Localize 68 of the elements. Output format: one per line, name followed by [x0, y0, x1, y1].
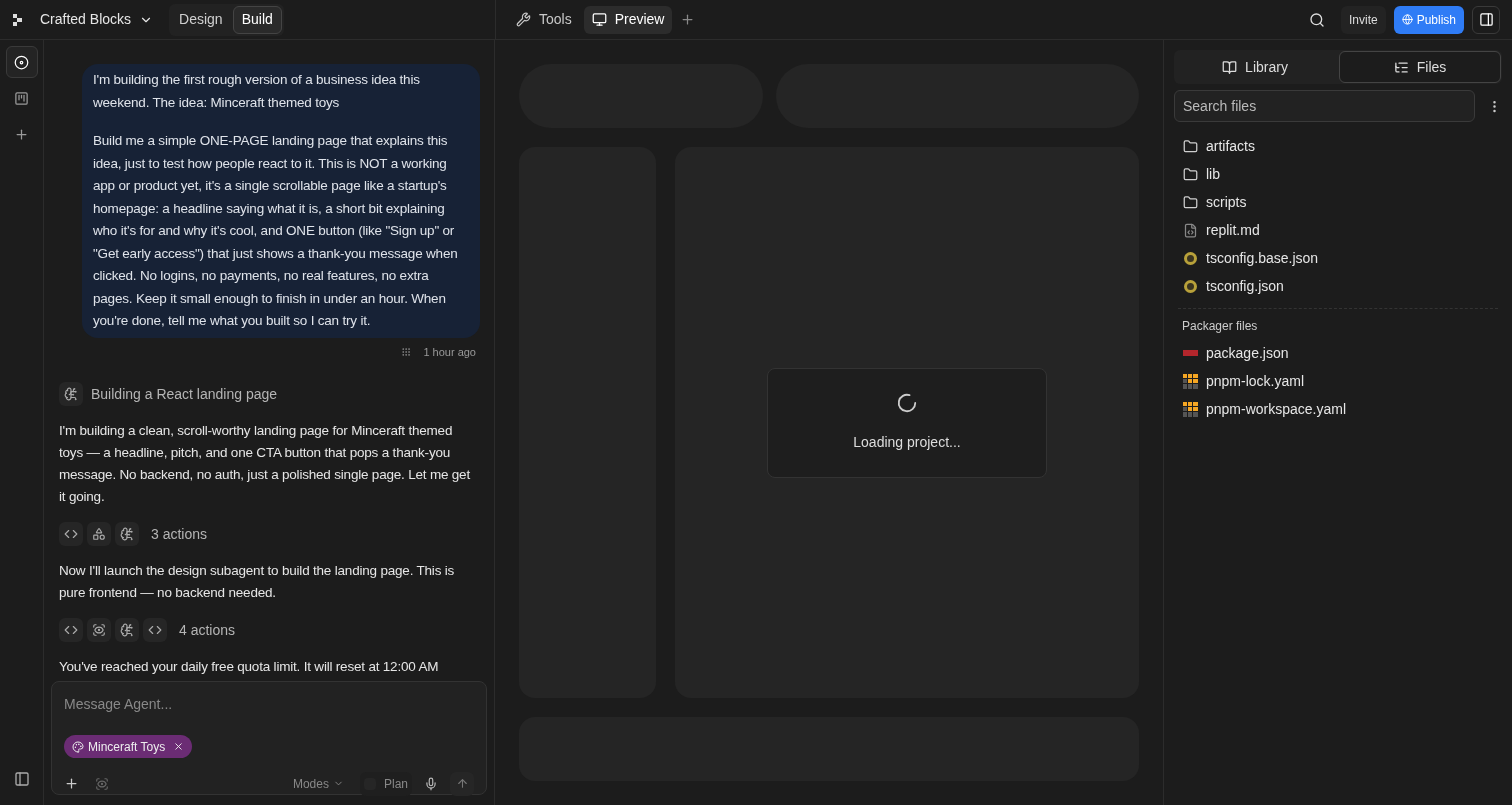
microphone-icon[interactable]	[424, 776, 438, 791]
plus-icon[interactable]	[680, 12, 696, 27]
modes-dropdown[interactable]: Modes	[292, 774, 344, 793]
section-title: Packager files	[1181, 318, 1259, 335]
message-field[interactable]: Message Agent...	[64, 694, 474, 716]
agent-message: I'm building a clean, scroll-worthy landing page for Minceraft themed toys — a headline, pitch, and one CTA button that pops a thank-you message. No backend, no auth, just a polished single page. Let me get it going.	[59, 422, 471, 506]
folder-icon	[1182, 194, 1198, 210]
search-files-field[interactable]: Search files	[1174, 90, 1475, 122]
file-item[interactable]: tsconfig.base.json	[1206, 247, 1319, 269]
monitor-icon	[591, 12, 607, 27]
sidebar-icon[interactable]	[13, 771, 30, 787]
brain-icon[interactable]	[115, 522, 139, 546]
actions-count[interactable]: 3 actions	[151, 523, 208, 545]
invite-button[interactable]: Invite	[1340, 5, 1386, 34]
file-item[interactable]: lib	[1206, 163, 1220, 185]
book-icon	[1222, 59, 1238, 75]
plus-icon[interactable]	[64, 776, 79, 792]
grid-icon	[1182, 401, 1198, 417]
attachment-chip[interactable]: Minceraft Toys	[64, 735, 193, 759]
search-icon[interactable]	[1308, 11, 1325, 28]
mode-tab[interactable]: Design	[171, 5, 231, 34]
file-icon	[1182, 222, 1198, 238]
code-icon[interactable]	[143, 618, 167, 642]
capture-icon[interactable]	[95, 776, 109, 791]
brain-icon	[59, 382, 83, 406]
file-item[interactable]: artifacts	[1206, 135, 1255, 157]
view-tab[interactable]: Preview	[583, 5, 673, 34]
user-message: I'm building the first rough version of a business idea this weekend. The idea: Minceraft themed toys	[93, 71, 421, 112]
timestamp: 1 hour ago	[423, 344, 476, 360]
agent-message: You've reached your daily free quota limit. It will reset at 12:00 AM	[59, 658, 440, 676]
target-icon[interactable]	[5, 46, 38, 78]
mode-tab[interactable]: Build	[232, 5, 282, 34]
grid-icon	[1182, 373, 1198, 389]
brain-icon[interactable]	[115, 618, 139, 642]
file-item[interactable]: scripts	[1206, 191, 1247, 213]
loading-text: Loading project...	[853, 433, 961, 452]
shapes-icon[interactable]	[87, 522, 111, 546]
folder-icon	[1182, 138, 1198, 154]
actions-count[interactable]: 4 actions	[179, 619, 236, 641]
file-item[interactable]: pnpm-workspace.yaml	[1206, 398, 1347, 420]
publish-button[interactable]: Publish	[1393, 5, 1464, 34]
send-button[interactable]	[450, 771, 474, 796]
code-icon[interactable]	[59, 618, 83, 642]
file-item[interactable]: package.json	[1206, 342, 1289, 364]
panel-tab[interactable]: Library	[1175, 51, 1335, 83]
spinner-icon	[896, 392, 918, 414]
status-text: Building a React landing page	[91, 384, 278, 404]
panel-toggle-icon[interactable]	[1472, 5, 1500, 34]
arrow-up-icon	[455, 777, 469, 791]
list-tree-icon	[1393, 59, 1409, 75]
code-icon[interactable]	[59, 522, 83, 546]
palette-icon	[72, 740, 84, 753]
plan-toggle[interactable]: Plan	[359, 771, 412, 796]
scan-icon[interactable]	[87, 618, 111, 642]
close-icon[interactable]	[173, 741, 185, 753]
folder-icon	[1182, 166, 1198, 182]
view-tab[interactable]: Tools	[508, 5, 580, 34]
agent-message: Now I'll launch the design subagent to build the landing page. This is pure frontend — no backend needed.	[59, 562, 456, 602]
grip-icon[interactable]	[401, 346, 412, 357]
file-item[interactable]: tsconfig.json	[1206, 275, 1284, 297]
project-menu[interactable]: Crafted Blocks	[40, 9, 154, 30]
file-item[interactable]: replit.md	[1206, 219, 1260, 241]
user-message: Build me a simple ONE-PAGE landing page that explains this idea, just to test how people react to it. This is NOT a working app or product yet, it's a single scrollable page like a startup's homepage: a headline saying what it is, a short bit explaining who it's for and why it's cool, and ONE button (like "Sign up" or "Get early access") that just shows a thank-you message when clicked. No logins, no payments, no real features, no extra pages. Keep it small enough to finish in under an hour. When you're done, tell me what you built so I can try it.	[93, 132, 459, 330]
logo-icon[interactable]	[12, 12, 24, 27]
globe-icon	[1401, 14, 1413, 25]
wrench-icon	[516, 12, 531, 27]
panel-tab[interactable]: Files	[1339, 51, 1501, 83]
file-item[interactable]: pnpm-lock.yaml	[1206, 370, 1305, 392]
